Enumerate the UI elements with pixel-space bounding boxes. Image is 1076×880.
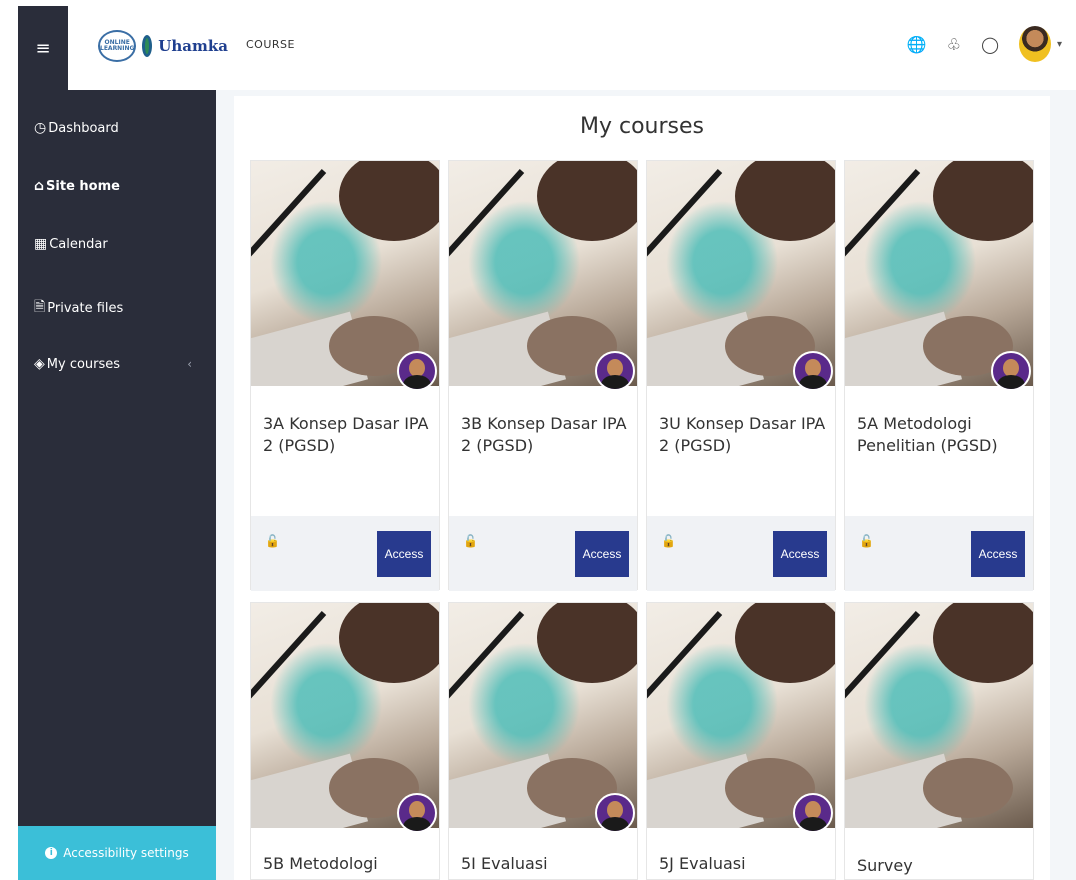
calendar-icon: ▦ — [34, 236, 48, 252]
card-footer: 🔓 Access — [845, 516, 1033, 591]
sidebar-item-label: Site home — [46, 178, 120, 194]
sidebar-item-label: Dashboard — [48, 120, 119, 136]
course-title[interactable]: 5A Metodologi Penelitian (PGSD) — [857, 413, 1027, 457]
lock-icon: 🔓 — [661, 534, 676, 548]
left-margin — [0, 0, 18, 880]
dashboard-icon: ◷ — [34, 120, 47, 136]
course-card[interactable]: 3A Konsep Dasar IPA 2 (PGSD) 🔓 Access — [250, 160, 440, 591]
lock-icon: 🔓 — [265, 534, 280, 548]
course-card[interactable]: Survey — [844, 602, 1034, 880]
chat-icon[interactable]: ◯ — [981, 35, 999, 54]
teacher-avatar — [397, 351, 437, 391]
course-title[interactable]: 5I Evaluasi — [461, 853, 631, 875]
access-button[interactable]: Access — [773, 531, 827, 577]
sidebar-item-dashboard[interactable]: ◷ Dashboard — [34, 120, 204, 136]
menu-icon[interactable]: ≡ — [18, 6, 68, 90]
site-logo[interactable]: ONLINE LEARNING Uhamka — [98, 26, 228, 66]
sidebar-item-label: My courses — [46, 356, 121, 372]
online-learning-logo: ONLINE LEARNING — [98, 30, 137, 62]
course-card[interactable]: 3B Konsep Dasar IPA 2 (PGSD) 🔓 Access — [448, 160, 638, 591]
page-title: My courses — [580, 114, 704, 139]
logo-brand-text: Uhamka — [158, 37, 228, 55]
course-card[interactable]: 5A Metodologi Penelitian (PGSD) 🔓 Access — [844, 160, 1034, 591]
graduation-icon: ◈ — [34, 356, 45, 372]
course-title[interactable]: 5B Metodologi — [263, 853, 433, 875]
teacher-avatar — [991, 351, 1031, 391]
lock-icon: 🔓 — [859, 534, 874, 548]
teacher-avatar — [793, 351, 833, 391]
header-bar: ≡ ONLINE LEARNING Uhamka COURSE 🌐 ♧ ◯ ▾ — [0, 0, 1076, 90]
accessibility-label: Accessibility settings — [63, 846, 189, 860]
header-actions: 🌐 ♧ ◯ ▾ — [907, 26, 1062, 62]
course-title[interactable]: 3B Konsep Dasar IPA 2 (PGSD) — [461, 413, 631, 457]
sidebar-item-private-files[interactable]: 🗎 Private files — [34, 296, 204, 320]
accessibility-icon: i — [45, 847, 58, 859]
card-footer: 🔓 Access — [251, 516, 439, 591]
card-footer: 🔓 Access — [647, 516, 835, 591]
course-card[interactable]: 5B Metodologi — [250, 602, 440, 880]
file-icon: 🗎 — [34, 299, 46, 315]
course-card[interactable]: 5I Evaluasi — [448, 602, 638, 880]
accessibility-settings-button[interactable]: i Accessibility settings — [18, 826, 216, 880]
access-button[interactable]: Access — [971, 531, 1025, 577]
course-title[interactable]: Survey — [857, 855, 1027, 877]
course-card[interactable]: 3U Konsep Dasar IPA 2 (PGSD) 🔓 Access — [646, 160, 836, 591]
main-panel: My courses 3A Konsep Dasar IPA 2 (PGSD) … — [234, 96, 1050, 880]
course-title[interactable]: 3U Konsep Dasar IPA 2 (PGSD) — [659, 413, 829, 457]
teacher-avatar — [793, 793, 833, 833]
teacher-avatar — [397, 793, 437, 833]
chevron-left-icon[interactable]: ‹ — [187, 357, 192, 371]
sidebar: ◷ Dashboard ⌂ Site home ▦ Calendar 🗎 Pri… — [18, 90, 216, 880]
globe-icon[interactable]: 🌐 — [907, 35, 927, 54]
card-footer: 🔓 Access — [449, 516, 637, 591]
access-button[interactable]: Access — [575, 531, 629, 577]
home-icon: ⌂ — [34, 178, 45, 194]
teacher-avatar — [595, 793, 635, 833]
user-avatar[interactable] — [1018, 26, 1051, 62]
nav-course-link[interactable]: COURSE — [246, 38, 295, 51]
course-title[interactable]: 5J Evaluasi — [659, 853, 829, 875]
sidebar-item-my-courses[interactable]: ◈ My courses ‹ — [34, 356, 204, 372]
course-card[interactable]: 5J Evaluasi — [646, 602, 836, 880]
uhamka-seal-icon — [142, 35, 153, 57]
sidebar-item-label: Private files — [47, 300, 124, 316]
sidebar-item-calendar[interactable]: ▦ Calendar — [34, 236, 204, 252]
chevron-down-icon[interactable]: ▾ — [1057, 39, 1062, 50]
sidebar-item-site-home[interactable]: ⌂ Site home — [34, 178, 204, 194]
bell-icon[interactable]: ♧ — [947, 35, 961, 54]
course-title[interactable]: 3A Konsep Dasar IPA 2 (PGSD) — [263, 413, 433, 457]
teacher-avatar — [595, 351, 635, 391]
access-button[interactable]: Access — [377, 531, 431, 577]
lock-icon: 🔓 — [463, 534, 478, 548]
sidebar-item-label: Calendar — [49, 236, 108, 252]
course-image[interactable] — [845, 603, 1033, 828]
